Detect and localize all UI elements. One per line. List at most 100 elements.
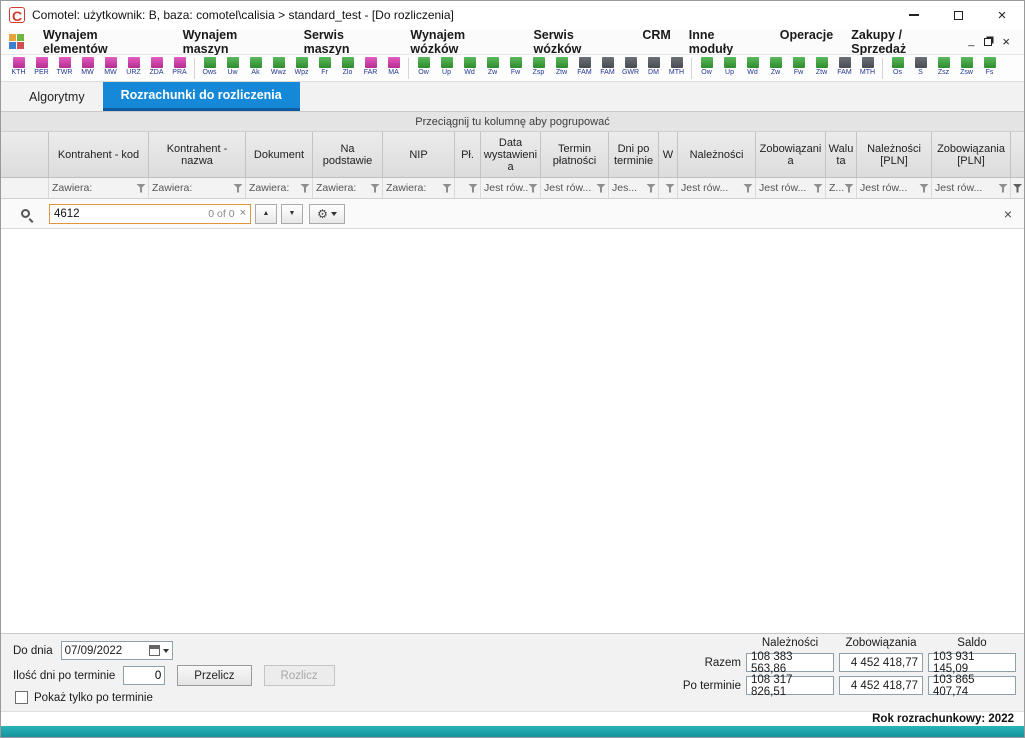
toolbar-button-wwz[interactable]: Wwz (267, 56, 290, 77)
column-header-4[interactable]: NIP (383, 132, 455, 177)
column-header-7[interactable]: Termin płatności (541, 132, 609, 177)
column-header-11[interactable]: Zobowiązania (756, 132, 826, 177)
filter-funnel-icon[interactable] (442, 184, 452, 193)
tab-1[interactable]: Rozrachunki do rozliczenia (103, 82, 300, 111)
filter-cell-12[interactable]: Z... (826, 178, 857, 198)
search-prev-button[interactable]: ▲ (255, 204, 277, 224)
column-header-12[interactable]: Waluta (826, 132, 857, 177)
menu-item-1[interactable]: Wynajem maszyn (174, 28, 295, 56)
toolbar-button-fw[interactable]: Fw (787, 56, 810, 77)
filter-funnel-icon[interactable] (300, 184, 310, 193)
show-overdue-checkbox[interactable] (15, 691, 28, 704)
filter-funnel-icon[interactable] (665, 184, 675, 193)
toolbar-button-mw[interactable]: MW (99, 56, 122, 77)
toolbar-button-ow[interactable]: Ow (695, 56, 718, 77)
column-header-14[interactable]: Zobowiązania [PLN] (932, 132, 1011, 177)
toolbar-button-ows[interactable]: Ows (198, 56, 221, 77)
filter-cell-9[interactable] (659, 178, 678, 198)
toolbar-button-up[interactable]: Up (435, 56, 458, 77)
toolbar-button-mth[interactable]: MTH (856, 56, 879, 77)
group-by-panel[interactable]: Przeciągnij tu kolumnę aby pogrupować (1, 112, 1024, 132)
filter-cell-7[interactable]: Jest rów... (541, 178, 609, 198)
column-header-3[interactable]: Na podstawie (313, 132, 383, 177)
toolbar-button-fam[interactable]: FAM (833, 56, 856, 77)
date-editor[interactable]: 07/09/2022 (61, 641, 173, 660)
tab-0[interactable]: Algorytmy (11, 82, 103, 111)
toolbar-button-zsw[interactable]: Zsw (955, 56, 978, 77)
menu-item-8[interactable]: Zakupy / Sprzedaż (842, 28, 968, 56)
filter-cell-5[interactable] (455, 178, 481, 198)
mdi-close-button[interactable]: × (1002, 35, 1010, 48)
filter-funnel-icon[interactable] (136, 184, 146, 193)
toolbar-button-mw[interactable]: MW (76, 56, 99, 77)
toolbar-button-wpz[interactable]: Wpz (290, 56, 313, 77)
toolbar-button-twr[interactable]: TWR (53, 56, 76, 77)
toolbar-button-zw[interactable]: Zw (481, 56, 504, 77)
toolbar-button-ak[interactable]: Ak (244, 56, 267, 77)
filter-cell-14[interactable]: Jest rów... (932, 178, 1011, 198)
column-header-8[interactable]: Dni po terminie (609, 132, 659, 177)
filter-funnel-icon[interactable] (528, 184, 538, 193)
filter-funnel-icon[interactable] (596, 184, 606, 193)
toolbar-button-dm[interactable]: DM (642, 56, 665, 77)
calendar-icon[interactable] (149, 645, 160, 656)
menu-item-4[interactable]: Serwis wózków (524, 28, 633, 56)
filter-cell-1[interactable]: Zawiera: (149, 178, 246, 198)
toolbar-button-ztw[interactable]: Ztw (810, 56, 833, 77)
toolbar-button-up[interactable]: Up (718, 56, 741, 77)
toolbar-button-wd[interactable]: Wd (458, 56, 481, 77)
filter-cell-3[interactable]: Zawiera: (313, 178, 383, 198)
days-after-due-input[interactable] (123, 666, 165, 685)
column-header-0[interactable]: Kontrahent - kod (49, 132, 149, 177)
toolbar-button-uw[interactable]: Uw (221, 56, 244, 77)
toolbar-button-kth[interactable]: KTH (7, 56, 30, 77)
filter-funnel-icon[interactable] (233, 184, 243, 193)
toolbar-button-zw[interactable]: Zw (764, 56, 787, 77)
menu-item-2[interactable]: Serwis maszyn (295, 28, 402, 56)
filter-funnel-icon[interactable] (646, 184, 656, 193)
filter-cell-11[interactable]: Jest rów... (756, 178, 826, 198)
search-clear-icon[interactable]: × (240, 208, 246, 219)
filter-cell-6[interactable]: Jest rów... (481, 178, 541, 198)
column-header-5[interactable]: Pł. (455, 132, 481, 177)
toolbar-button-os[interactable]: Os (886, 56, 909, 77)
filter-cell-8[interactable]: Jes... (609, 178, 659, 198)
toolbar-button-ztw[interactable]: Ztw (550, 56, 573, 77)
toolbar-button-fs[interactable]: Fs (978, 56, 1001, 77)
filter-cell-4[interactable]: Zawiera: (383, 178, 455, 198)
date-dropdown-icon[interactable] (163, 649, 169, 653)
menu-item-5[interactable]: CRM (633, 28, 679, 42)
search-options-button[interactable]: ⚙ (309, 204, 345, 224)
column-header-9[interactable]: W (659, 132, 678, 177)
toolbar-button-pra[interactable]: PRA (168, 56, 191, 77)
filter-cell-0[interactable]: Zawiera: (49, 178, 149, 198)
toolbar-button-ma[interactable]: MA (382, 56, 405, 77)
toolbar-button-fr[interactable]: Fr (313, 56, 336, 77)
minimize-button[interactable] (892, 1, 936, 29)
filter-funnel-icon[interactable] (998, 184, 1008, 193)
toolbar-button-mth[interactable]: MTH (665, 56, 688, 77)
toolbar-button-ow[interactable]: Ow (412, 56, 435, 77)
toolbar-button-fw[interactable]: Fw (504, 56, 527, 77)
column-header-13[interactable]: Należności [PLN] (857, 132, 932, 177)
mdi-minimize-button[interactable]: _ (968, 36, 974, 47)
search-next-button[interactable]: ▼ (281, 204, 303, 224)
toolbar-button-s[interactable]: S (909, 56, 932, 77)
toolbar-button-fam[interactable]: FAM (596, 56, 619, 77)
filter-funnel-icon[interactable] (844, 184, 854, 193)
filter-funnel-icon[interactable] (919, 184, 929, 193)
toolbar-button-per[interactable]: PER (30, 56, 53, 77)
toolbar-button-urz[interactable]: URZ (122, 56, 145, 77)
filter-funnel-icon[interactable] (468, 184, 478, 193)
toolbar-button-zda[interactable]: ZDA (145, 56, 168, 77)
column-header-1[interactable]: Kontrahent - nazwa (149, 132, 246, 177)
toolbar-button-far[interactable]: FAR (359, 56, 382, 77)
toolbar-button-zsz[interactable]: Zsz (932, 56, 955, 77)
mdi-restore-button[interactable] (984, 38, 992, 46)
grid-filter-funnel-icon[interactable] (1013, 184, 1023, 193)
menu-item-6[interactable]: Inne moduły (680, 28, 771, 56)
menu-item-7[interactable]: Operacje (771, 28, 843, 42)
menu-item-0[interactable]: Wynajem elementów (34, 28, 174, 56)
toolbar-button-gwr[interactable]: GWR (619, 56, 642, 77)
menu-item-3[interactable]: Wynajem wózków (401, 28, 524, 56)
